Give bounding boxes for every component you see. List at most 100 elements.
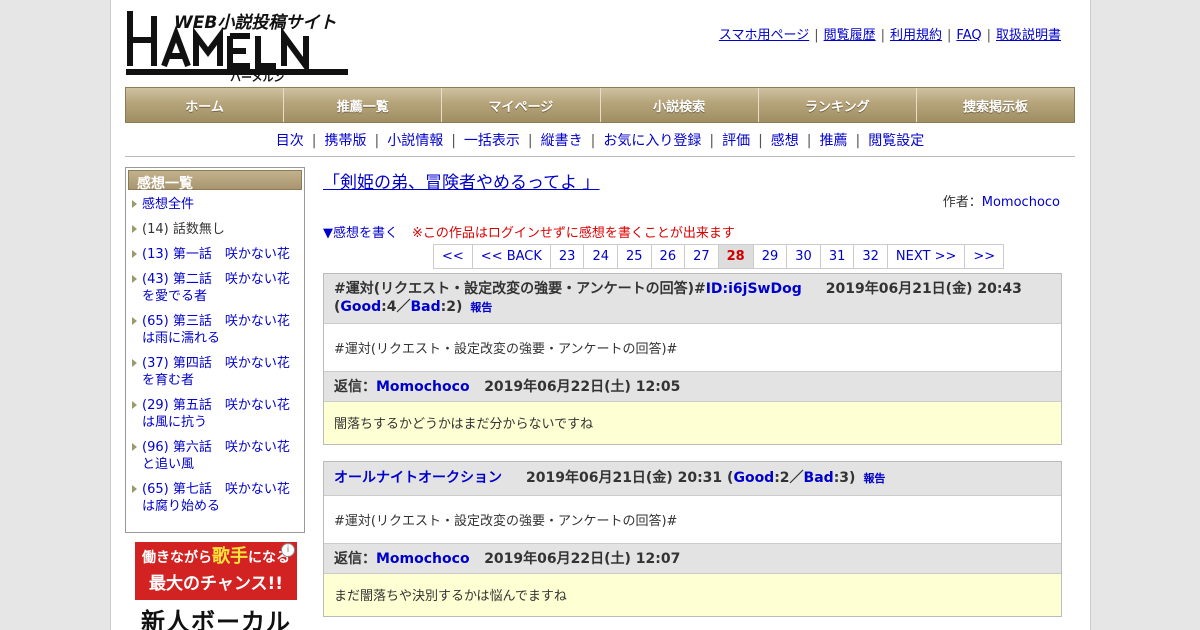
separator: | [374,133,380,149]
good-vote-link[interactable]: Good [340,299,381,315]
faq-link[interactable]: FAQ [956,28,981,43]
reply-label: 返信： [334,551,376,567]
review-date: 2019年06月21日(金) 20:43 [825,281,1022,297]
sidebar-item[interactable]: (43) 第二話 咲かない花を愛でる者 [128,271,302,305]
pager-item[interactable]: >> [965,245,1004,268]
author-link[interactable]: Momochoco [982,195,1060,210]
separator: | [590,133,596,149]
review-date: 2019年06月21日(金) 20:31 [526,470,723,486]
sidebar-item[interactable]: (65) 第七話 咲かない花は腐り始める [128,481,302,515]
pager-item[interactable]: 26 [651,245,686,268]
manual-link[interactable]: 取扱説明書 [996,28,1061,43]
sidebar-item[interactable]: (65) 第三話 咲かない花は雨に濡れる [128,313,302,347]
bad-vote-link[interactable]: Bad [411,299,441,315]
sidebar-item-label[interactable]: (65) 第七話 咲かない花は腐り始める [142,482,290,514]
subnav-all-display[interactable]: 一括表示 [464,133,520,149]
sidebar-item[interactable]: (96) 第六話 咲かない花と追い風 [128,439,302,473]
pager-item[interactable]: 24 [584,245,618,268]
subnav-view-settings[interactable]: 閲覧設定 [868,133,924,149]
nav-home[interactable]: ホーム [126,88,285,122]
sub-nav: 目次 | 携帯版 | 小説情報 | 一括表示 | 縦書き | お気に入り登録 | 評価 | 感想 | 推薦 | 閲覧… [125,130,1075,150]
sidebar-item-label[interactable]: (13) 第一話 咲かない花 [142,247,290,262]
good-vote-link[interactable]: Good [733,470,774,486]
sidebar-item-label[interactable]: (43) 第二話 咲かない花を愛でる者 [142,272,290,304]
reply-date: 2019年06月22日(土) 12:05 [484,379,681,395]
pager-item[interactable]: 30 [787,245,821,268]
subnav-vertical[interactable]: 縦書き [541,133,583,149]
write-review-link[interactable]: ▼感想を書く [323,226,398,241]
sidebar-item: (14) 話数無し [128,221,302,238]
sidebar-item-label[interactable]: (96) 第六話 咲かない花と追い風 [142,440,290,472]
ad-text: 歌手 [212,546,248,567]
subnav-reviews[interactable]: 感想 [771,133,799,149]
sidebar-item[interactable]: (37) 第四話 咲かない花を育む者 [128,355,302,389]
subnav-favorite[interactable]: お気に入り登録 [603,133,701,149]
reply-date: 2019年06月22日(土) 12:07 [484,551,681,567]
pager-item[interactable]: 27 [685,245,719,268]
reply-header: 返信：Momochoco 2019年06月22日(土) 12:07 [324,544,1061,574]
separator: | [814,28,819,43]
nav-recommend-list[interactable]: 推薦一覧 [284,88,443,122]
separator: | [758,133,763,149]
logo-tagline: WEB小説投稿サイト [174,13,336,33]
reply-author-link[interactable]: Momochoco [376,551,470,567]
report-link[interactable]: 報告 [863,472,885,485]
pager-item[interactable]: 29 [753,245,788,268]
nav-mypage[interactable]: マイページ [442,88,601,122]
write-review-line: ▼感想を書く ※この作品はログインせずに感想を書くことが出来ます [323,222,735,241]
sidebar-item-label[interactable]: (37) 第四話 咲かない花を育む者 [142,356,290,388]
author-label: 作者： [942,195,982,210]
pager-item[interactable]: 31 [820,245,855,268]
sidebar-list: 感想全件 (14) 話数無し (13) 第一話 咲かない花 (43) 第二話 咲… [128,196,302,515]
ad-text: 最大のチャンス!! [149,574,283,594]
separator: | [806,133,812,149]
pager-item[interactable]: 32 [854,245,888,268]
separator: | [855,133,861,149]
history-link[interactable]: 閲覧履歴 [824,28,876,43]
reply-author-link[interactable]: Momochoco [376,379,470,395]
subnav-novel-info[interactable]: 小説情報 [387,133,443,149]
subnav-mobile[interactable]: 携帯版 [324,133,366,149]
sidebar-title: 感想一覧 [128,170,302,192]
separator: | [311,133,317,149]
nav-ranking[interactable]: ランキング [759,88,917,122]
advertisement-banner[interactable]: 働きながら歌手になる 最大のチャンス!! 新人ボーカル i [135,542,297,630]
good-count: :4／ [381,299,411,315]
reviewer-link[interactable]: オールナイトオークション [334,470,502,486]
review-body: #運対(リクエスト・設定改変の強要・アンケートの回答)# [324,496,1061,544]
sidebar-item[interactable]: (13) 第一話 咲かない花 [128,246,302,263]
separator: | [709,133,715,149]
pager-item[interactable]: 23 [550,245,585,268]
bad-count: :2) [440,299,463,315]
site-logo[interactable]: WEB小説投稿サイト ハーメルン [126,8,348,82]
reply-body: 闇落ちするかどうかはまだ分からないですね [324,402,1061,444]
pager-item[interactable]: << [434,245,473,268]
bad-vote-link[interactable]: Bad [804,470,834,486]
pager-item[interactable]: NEXT >> [887,245,966,268]
review-head-text: #運対(リクエスト・設定改変の強要・アンケートの回答)# [334,281,706,297]
smartphone-page-link[interactable]: スマホ用ページ [719,28,809,43]
top-links: スマホ用ページ | 閲覧履歴 | 利用規約 | FAQ | 取扱説明書 [719,24,1061,43]
reply-label: 返信： [334,379,376,395]
terms-link[interactable]: 利用規約 [890,28,942,43]
info-icon[interactable]: i [281,543,295,557]
nav-search-board[interactable]: 捜索掲示板 [917,88,1074,122]
ad-text: 新人ボーカル [141,608,291,630]
reviewer-link[interactable]: ID:i6jSwDog [706,281,802,297]
sidebar-item[interactable]: 感想全件 [128,196,302,213]
separator: | [947,28,952,43]
review-header: #運対(リクエスト・設定改変の強要・アンケートの回答)#ID:i6jSwDog 2… [324,274,1061,324]
pager-item[interactable]: 25 [618,245,652,268]
sidebar-item-label[interactable]: (29) 第五話 咲かない花は風に抗う [142,398,290,430]
sidebar-item-label[interactable]: (65) 第三話 咲かない花は雨に濡れる [142,314,290,346]
subnav-toc[interactable]: 目次 [276,133,304,149]
subnav-recommend[interactable]: 推薦 [820,133,848,149]
sidebar-item[interactable]: (29) 第五話 咲かない花は風に抗う [128,397,302,431]
report-link[interactable]: 報告 [470,301,492,314]
review-card: #運対(リクエスト・設定改変の強要・アンケートの回答)#ID:i6jSwDog 2… [323,273,1062,445]
subnav-rating[interactable]: 評価 [722,133,750,149]
nav-novel-search[interactable]: 小説検索 [601,88,759,122]
work-title-link[interactable]: 「剣姫の弟、冒険者やめるってよ 」 [323,168,600,193]
sidebar-item-label[interactable]: 感想全件 [142,197,194,212]
pager-item[interactable]: << BACK [472,245,551,268]
